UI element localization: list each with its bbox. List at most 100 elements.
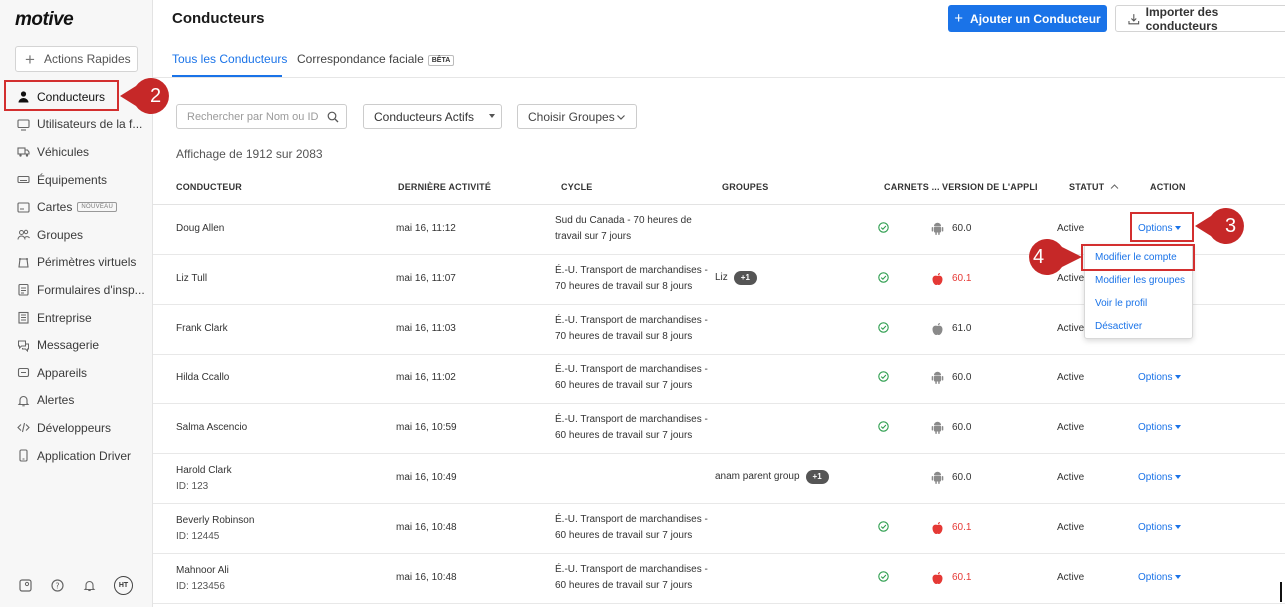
- options-button[interactable]: Options: [1138, 470, 1182, 486]
- sidebar-item-11[interactable]: Alertes: [0, 387, 153, 415]
- options-button[interactable]: Options: [1138, 420, 1182, 436]
- tab-bar: Tous les Conducteurs Correspondance faci…: [153, 42, 1285, 78]
- quick-actions-label: Actions Rapides: [43, 52, 131, 66]
- table-row[interactable]: Beverly Robinson ID: 12445 mai 16, 10:48 É.…: [153, 504, 1285, 554]
- sidebar-item-4[interactable]: Cartes NOUVEAU: [0, 193, 153, 221]
- sidebar-item-2[interactable]: Véhicules: [0, 138, 153, 166]
- status-text: Active: [1057, 521, 1085, 533]
- user-avatar[interactable]: HT: [114, 576, 133, 595]
- driver-name[interactable]: Liz Tull: [176, 271, 207, 287]
- driver-name[interactable]: Hilda Ccallo: [176, 370, 229, 386]
- motive-logo[interactable]: motive: [15, 9, 74, 31]
- menu-item-deactivate[interactable]: Désactiver: [1095, 321, 1142, 332]
- menu-item-edit-groups[interactable]: Modifier les groupes: [1095, 275, 1185, 286]
- monitor-icon: [17, 118, 30, 131]
- sort-up-icon: [1110, 184, 1119, 189]
- add-driver-button[interactable]: + Ajouter un Conducteur: [948, 5, 1107, 32]
- users-icon: [17, 228, 30, 241]
- cycle-line-1: É.-U. Transport de marchandises -: [555, 264, 708, 276]
- driver-status-select[interactable]: Conducteurs Actifs: [363, 104, 502, 129]
- column-header-action: ACTION: [1150, 182, 1186, 192]
- import-icon: [1128, 13, 1140, 24]
- last-activity: mai 16, 11:07: [396, 272, 456, 284]
- sidebar-item-3[interactable]: Équipements: [0, 166, 153, 194]
- table-row[interactable]: Harold Clark ID: 123 mai 16, 10:49 anam par…: [153, 454, 1285, 504]
- cycle-line-1: Sud du Canada - 70 heures de: [555, 215, 692, 226]
- column-header-groups[interactable]: GROUPES: [722, 182, 768, 192]
- menu-item-view-profile[interactable]: Voir le profil: [1095, 298, 1147, 309]
- chevron-down-icon: [617, 115, 625, 120]
- driver-name[interactable]: Mahnoor Ali: [176, 563, 229, 579]
- last-activity: mai 16, 10:48: [396, 571, 457, 583]
- column-header-last-activity[interactable]: DERNIÈRE ACTIVITÉ: [398, 182, 491, 192]
- app-version: 60.0: [931, 370, 971, 386]
- sidebar-item-1[interactable]: Utilisateurs de la f...: [0, 111, 153, 139]
- help-icon[interactable]: ?: [50, 578, 65, 593]
- sidebar-item-12[interactable]: Développeurs: [0, 414, 153, 442]
- search-input[interactable]: Rechercher par Nom ou ID: [176, 104, 347, 129]
- android-icon: [931, 222, 952, 236]
- sidebar-item-13[interactable]: Application Driver: [0, 442, 153, 470]
- options-label: Options: [1138, 422, 1173, 434]
- cycle-line-2: 60 heures de travail sur 7 jours: [555, 529, 693, 541]
- annotation-callout-3: 3: [1195, 208, 1244, 244]
- column-header-status-label: STATUT: [1069, 182, 1105, 192]
- highlight-options-button: [1130, 212, 1194, 242]
- column-header-app-version[interactable]: VERSION DE L'APPLI: [942, 182, 1038, 192]
- table-row[interactable]: Salma Ascencio mai 16, 10:59 É.-U. Transpo…: [153, 404, 1285, 455]
- groups-select-value: Choisir Groupes: [528, 109, 615, 124]
- options-button[interactable]: Options: [1138, 570, 1182, 586]
- column-header-cycle[interactable]: CYCLE: [561, 182, 593, 192]
- scrollbar-thumb[interactable]: [1280, 582, 1282, 602]
- status-text: Active: [1057, 422, 1085, 434]
- last-activity: mai 16, 10:48: [396, 521, 457, 533]
- last-activity: mai 16, 11:03: [396, 322, 456, 334]
- sidebar-item-6[interactable]: Périmètres virtuels: [0, 249, 153, 277]
- map-pin-icon[interactable]: [18, 578, 33, 593]
- results-count: Affichage de 1912 sur 2083: [176, 147, 323, 161]
- caret-down-icon: [1175, 475, 1182, 479]
- group-tag: anam parent group +1: [715, 469, 829, 485]
- more-groups-pill[interactable]: +1: [733, 270, 757, 285]
- status-text: Active: [1057, 322, 1085, 334]
- table-row[interactable]: Mahnoor Ali ID: 123456 mai 16, 10:48 É.-U. …: [153, 554, 1285, 604]
- column-header-driver[interactable]: CONDUCTEUR: [176, 182, 242, 192]
- annotation-number-3: 3: [1225, 215, 1237, 237]
- driver-name[interactable]: Frank Clark: [176, 321, 228, 337]
- groups-select[interactable]: Choisir Groupes: [517, 104, 637, 129]
- import-drivers-button[interactable]: Importer des conducteurs: [1115, 5, 1285, 33]
- quick-actions-button[interactable]: + Actions Rapides: [15, 46, 138, 72]
- cycle-line-2: 70 heures de travail sur 8 jours: [555, 330, 693, 342]
- more-groups-pill[interactable]: +1: [805, 470, 829, 484]
- options-button[interactable]: Options: [1138, 520, 1182, 536]
- last-activity: mai 16, 10:49: [396, 472, 457, 483]
- cycle-line-1: É.-U. Transport de marchandises -: [555, 364, 708, 376]
- app: motive + Actions Rapides Conducteurs Util…: [0, 0, 1285, 607]
- sidebar-item-label: Véhicules: [37, 144, 90, 159]
- options-label: Options: [1138, 521, 1173, 533]
- driver-id: ID: 12445: [176, 530, 220, 542]
- caret-down-icon: [1175, 375, 1182, 380]
- sidebar-item-8[interactable]: Entreprise: [0, 304, 153, 332]
- driver-name[interactable]: Doug Allen: [176, 221, 224, 237]
- annotation-callout-2: 2: [120, 78, 169, 114]
- options-button[interactable]: Options: [1138, 370, 1182, 386]
- sidebar-item-label: Application Driver: [37, 448, 132, 463]
- sidebar-item-10[interactable]: Appareils: [0, 359, 153, 387]
- last-activity: mai 16, 10:59: [396, 422, 457, 434]
- sidebar-item-5[interactable]: Groupes: [0, 221, 153, 249]
- column-header-status[interactable]: STATUT: [1069, 182, 1119, 192]
- column-header-logs[interactable]: CARNETS ...: [884, 182, 940, 192]
- sidebar-item-7[interactable]: Formulaires d'insp...: [0, 276, 153, 304]
- sidebar-item-label: Développeurs: [37, 420, 112, 435]
- sidebar-item-9[interactable]: Messagerie: [0, 331, 153, 359]
- table-row[interactable]: Hilda Ccallo mai 16, 11:02 É.-U. Transport…: [153, 354, 1285, 405]
- app-version: 60.1: [931, 570, 971, 586]
- tab-facial-matching[interactable]: Correspondance faciale BÊTA: [297, 52, 455, 66]
- bell-icon[interactable]: [82, 578, 97, 593]
- driver-name[interactable]: Harold Clark: [176, 463, 232, 479]
- caret-down-icon: [1175, 524, 1182, 529]
- tab-all-drivers[interactable]: Tous les Conducteurs: [172, 52, 287, 66]
- driver-name[interactable]: Beverly Robinson: [176, 513, 254, 529]
- driver-name[interactable]: Salma Ascencio: [176, 420, 247, 436]
